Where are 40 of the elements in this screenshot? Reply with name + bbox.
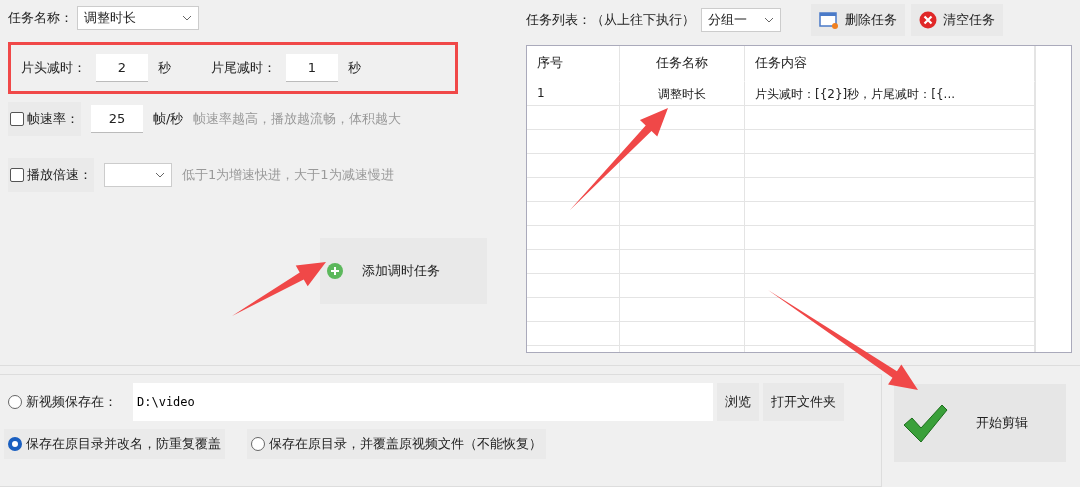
option-checkbox[interactable]: 帧速率： bbox=[8, 102, 81, 136]
checkmark-icon bbox=[902, 403, 948, 443]
unit-label: 秒 bbox=[158, 59, 171, 77]
field-label: 片尾减时： bbox=[211, 59, 276, 77]
speed-select[interactable] bbox=[104, 163, 172, 187]
option-checkbox[interactable]: 播放倍速： bbox=[8, 158, 94, 192]
save-radio[interactable]: 保存在原目录并改名，防重复覆盖 bbox=[4, 429, 225, 459]
add-task-button[interactable]: 添加调时任务 bbox=[320, 238, 487, 304]
input-field[interactable]: 25 bbox=[91, 105, 143, 133]
caret-icon bbox=[155, 172, 165, 178]
input-field[interactable]: 2 bbox=[96, 54, 148, 82]
task-name-select[interactable]: 调整时长 bbox=[77, 6, 199, 30]
path-field[interactable]: D:\video bbox=[133, 383, 713, 421]
unit-label: 帧/秒 bbox=[153, 110, 184, 128]
field-label: 片头减时： bbox=[21, 59, 86, 77]
start-button[interactable]: 开始剪辑 bbox=[894, 384, 1066, 462]
close-icon bbox=[919, 11, 937, 29]
table-cell: 调整时长 bbox=[620, 82, 745, 106]
hint-text: 帧速率越高，播放越流畅，体积越大 bbox=[193, 110, 402, 128]
save-radio[interactable]: 新视频保存在： bbox=[4, 387, 121, 417]
caret-icon bbox=[764, 17, 774, 23]
delete-task-button[interactable]: 删除任务 bbox=[811, 4, 905, 36]
group-select[interactable]: 分组一 bbox=[701, 8, 781, 32]
save-radio[interactable]: 保存在原目录，并覆盖原视频文件（不能恢复） bbox=[247, 429, 546, 459]
browse-button[interactable]: 浏览 bbox=[717, 383, 759, 421]
open-folder-button[interactable]: 打开文件夹 bbox=[763, 383, 844, 421]
unit-label: 秒 bbox=[348, 59, 361, 77]
column-header: 序号 bbox=[527, 46, 620, 82]
table-cell: 片头减时：[{2}]秒，片尾减时：[{... bbox=[745, 82, 1035, 106]
caret-icon bbox=[182, 15, 192, 21]
clear-tasks-button[interactable]: 清空任务 bbox=[911, 4, 1003, 36]
field-label: 任务名称： bbox=[8, 9, 73, 27]
column-header: 任务内容 bbox=[745, 46, 1035, 82]
plus-icon bbox=[326, 262, 344, 280]
task-list-label: 任务列表：（从上往下执行） bbox=[526, 11, 695, 29]
input-field[interactable]: 1 bbox=[286, 54, 338, 82]
hint-text: 低于1为增速快进，大于1为减速慢进 bbox=[182, 166, 394, 184]
column-header: 任务名称 bbox=[620, 46, 745, 82]
window-icon bbox=[819, 11, 839, 29]
table-cell: 1 bbox=[527, 82, 620, 106]
